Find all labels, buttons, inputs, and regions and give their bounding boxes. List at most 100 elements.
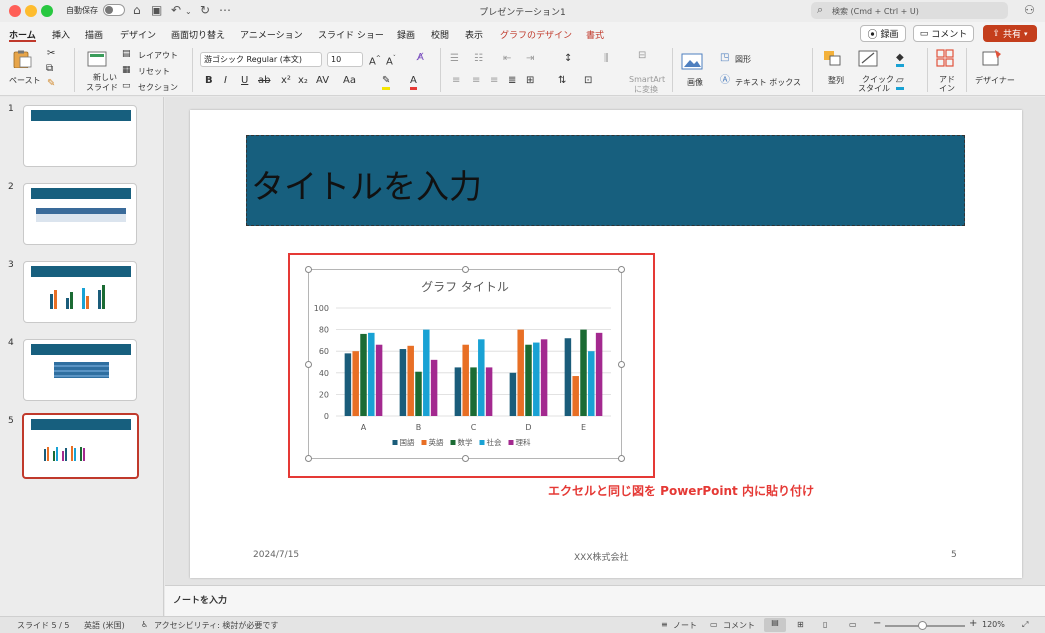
reset-button[interactable]: リセット	[138, 66, 170, 77]
search-box[interactable]: ⌕ 検索 (Cmd + Ctrl + U)	[811, 2, 1008, 19]
zoom-slider-thumb[interactable]	[918, 621, 927, 630]
tab-home[interactable]: ホーム	[9, 28, 36, 42]
align-left-icon[interactable]: ≡	[452, 75, 460, 87]
tab-insert[interactable]: 挿入	[52, 28, 70, 41]
text-direction-icon[interactable]: ⇅	[558, 75, 566, 87]
columns-icon[interactable]: ⫼	[604, 53, 609, 65]
increase-font-icon[interactable]: A^	[369, 53, 381, 68]
comments-icon[interactable]: ▭	[710, 620, 718, 629]
slide-thumbnail-2[interactable]	[23, 183, 137, 245]
comment-button[interactable]: ▭ コメント	[913, 25, 974, 42]
account-icon[interactable]: ⚇	[1024, 3, 1035, 17]
bold-icon[interactable]: B	[205, 75, 213, 87]
textbox-button[interactable]: テキスト ボックス	[735, 77, 801, 88]
share-button[interactable]: ⇪ 共有 ▾	[983, 25, 1037, 42]
zoom-level[interactable]: 120%	[982, 620, 1005, 629]
normal-view-icon[interactable]: ▤	[764, 618, 786, 632]
decrease-font-icon[interactable]: Aˇ	[386, 53, 396, 68]
layout-icon[interactable]: ▤	[122, 48, 131, 60]
character-spacing-icon[interactable]: AV	[316, 75, 329, 87]
image-icon[interactable]	[681, 52, 703, 70]
chart-title[interactable]: グラフ タイトル	[421, 280, 509, 294]
accessibility-status[interactable]: アクセシビリティ: 検討が必要です	[154, 620, 278, 631]
decrease-indent-icon[interactable]: ⇤	[503, 53, 511, 65]
shape-outline-icon[interactable]: ▱	[896, 75, 904, 90]
tab-review[interactable]: 校閲	[431, 28, 449, 41]
search-input[interactable]: 検索 (Cmd + Ctrl + U)	[832, 6, 919, 17]
record-button[interactable]: ⦿ 録画	[860, 25, 906, 42]
paste-icon[interactable]	[11, 50, 33, 68]
accessibility-icon[interactable]: ♿	[141, 620, 148, 629]
tab-slideshow[interactable]: スライド ショー	[318, 28, 384, 41]
resize-handle-bottom-right[interactable]	[618, 455, 625, 462]
align-right-icon[interactable]: ≡	[490, 75, 498, 87]
format-painter-icon[interactable]: ✎	[47, 78, 55, 90]
slide-thumbnail-5[interactable]	[22, 413, 139, 479]
resize-handle-bottom[interactable]	[462, 455, 469, 462]
comments-toggle[interactable]: コメント	[723, 620, 755, 631]
shapes-icon[interactable]: ◳	[720, 52, 729, 64]
quick-style-icon[interactable]	[857, 49, 879, 67]
resize-handle-left[interactable]	[305, 361, 312, 368]
font-size-select[interactable]: 10	[327, 52, 363, 67]
numbering-icon[interactable]: ☷	[474, 53, 483, 65]
textbox-icon[interactable]: Ⓐ	[720, 75, 730, 87]
font-color-icon[interactable]: A	[410, 75, 417, 90]
align-center-icon[interactable]: ≡	[472, 75, 480, 87]
line-spacing-icon[interactable]: ↕	[564, 53, 572, 65]
resize-handle-bottom-left[interactable]	[305, 455, 312, 462]
resize-handle-right[interactable]	[618, 361, 625, 368]
reading-view-icon[interactable]: ▯	[823, 620, 827, 629]
smartart-icon[interactable]: ⊟	[638, 50, 646, 62]
reset-icon[interactable]: ▦	[122, 64, 131, 76]
new-slide-icon[interactable]	[86, 49, 108, 67]
slide-thumbnail-4[interactable]	[23, 339, 137, 401]
align-text-icon[interactable]: ⊡	[584, 75, 592, 87]
underline-icon[interactable]: U	[241, 75, 248, 87]
copy-icon[interactable]: ⧉	[46, 63, 53, 75]
bullets-icon[interactable]: ☰	[450, 53, 459, 65]
italic-icon[interactable]: I	[224, 75, 227, 87]
distributed-icon[interactable]: ⊞	[526, 75, 534, 87]
superscript-icon[interactable]: x²	[281, 75, 291, 87]
chart-object[interactable]: グラフ タイトル 0 20 40 60 80 100 A B C D E 国語 英語 数学 社会 理科	[305, 266, 625, 462]
section-button[interactable]: セクション	[138, 82, 178, 93]
notes-pane[interactable]: ノートを入力	[165, 585, 1045, 616]
slide-title[interactable]: タイトルを入力	[251, 160, 482, 208]
designer-icon[interactable]	[981, 49, 1003, 67]
tab-chart-design[interactable]: グラフのデザイン	[500, 28, 572, 41]
addins-icon[interactable]	[934, 49, 956, 67]
font-name-select[interactable]: 游ゴシック Regular (本文)	[200, 52, 322, 67]
cut-icon[interactable]: ✂	[47, 48, 55, 60]
change-case-icon[interactable]: Aa	[343, 75, 356, 87]
layout-button[interactable]: レイアウト	[138, 50, 178, 61]
clear-format-icon[interactable]: A̸	[417, 52, 424, 64]
strikethrough-icon[interactable]: ab	[258, 75, 270, 87]
resize-handle-top[interactable]	[462, 266, 469, 273]
tab-animations[interactable]: アニメーション	[240, 28, 303, 41]
title-placeholder[interactable]: タイトルを入力	[246, 135, 965, 226]
notes-placeholder[interactable]: ノートを入力	[173, 593, 227, 606]
slide-sorter-icon[interactable]: ⊞	[797, 620, 804, 629]
shape-fill-icon[interactable]: ◆	[896, 52, 904, 67]
section-icon[interactable]: ▭	[122, 80, 131, 92]
increase-indent-icon[interactable]: ⇥	[526, 53, 534, 65]
footer-company[interactable]: XXX株式会社	[574, 550, 629, 563]
slide-thumbnail-1[interactable]	[23, 105, 137, 167]
resize-handle-top-right[interactable]	[618, 266, 625, 273]
language-indicator[interactable]: 英語 (米国)	[84, 620, 125, 631]
notes-icon[interactable]: ≡	[661, 620, 668, 629]
shapes-button[interactable]: 図形	[735, 54, 751, 65]
tab-draw[interactable]: 描画	[85, 28, 103, 41]
arrange-icon[interactable]	[822, 49, 844, 67]
tab-view[interactable]: 表示	[465, 28, 483, 41]
notes-toggle[interactable]: ノート	[673, 620, 697, 631]
tab-format[interactable]: 書式	[586, 28, 604, 41]
subscript-icon[interactable]: x₂	[298, 75, 308, 87]
tab-record[interactable]: 録画	[397, 28, 415, 41]
footer-page-number[interactable]: 5	[951, 550, 957, 560]
slideshow-icon[interactable]: ▭	[849, 620, 857, 629]
resize-handle-top-left[interactable]	[305, 266, 312, 273]
justify-icon[interactable]: ≣	[508, 75, 516, 87]
footer-date[interactable]: 2024/7/15	[253, 550, 299, 560]
